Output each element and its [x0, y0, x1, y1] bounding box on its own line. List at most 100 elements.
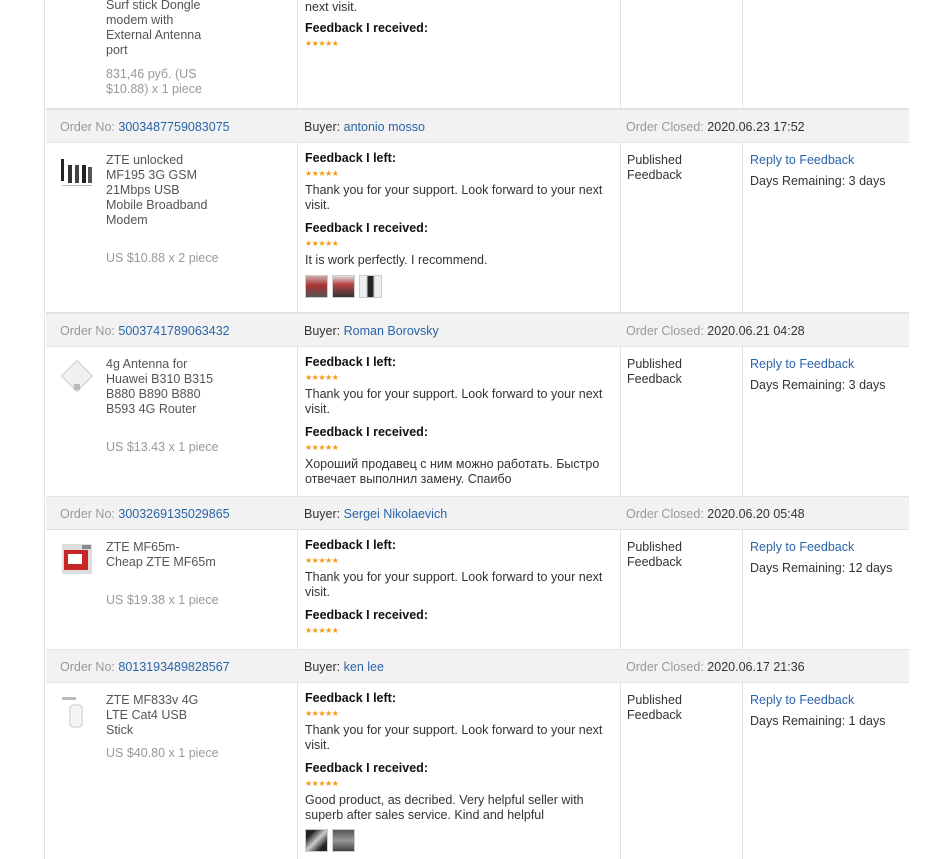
action-cell: Reply to Feedback Days Remaining: 3 days: [743, 347, 909, 496]
status-cell: Published Feedback: [621, 347, 743, 496]
product-price: 831,46 руб. (US $10.88) x 1 piece: [106, 67, 202, 96]
buyer-link[interactable]: Sergei Nikolaevich: [344, 507, 448, 521]
status-text: Published Feedback: [627, 153, 682, 182]
order-body: ZTE MF65m- Cheap ZTE MF65m US $19.38 x 1…: [46, 530, 909, 650]
order-body: 4g Antenna for Huawei B310 B315 B880 B89…: [46, 347, 909, 497]
order-closed: Order Closed: 2020.06.17 21:36: [626, 660, 805, 674]
product-price: US $10.88 x 2 piece: [106, 251, 219, 265]
status-text: Published Feedback: [627, 357, 682, 386]
feedback-received-title: Feedback I received:: [305, 21, 428, 35]
order-no-link[interactable]: 3003269135029865: [118, 507, 229, 521]
order-header: Order No: 5003741789063432 Buyer: Roman …: [46, 313, 909, 347]
feedback-left-text: Thank you for your support. Look forward…: [305, 183, 603, 212]
feedback-cell: Feedback I left: ★★★★★ Thank you for you…: [298, 530, 621, 649]
status-text: Published Feedback: [627, 540, 682, 569]
product-name[interactable]: ZTE MF833v 4G LTE Cat4 USB Stick: [106, 693, 216, 738]
rating-stars-icon: ★★★★★: [305, 239, 339, 248]
rating-stars-icon: ★★★★★: [305, 169, 339, 178]
product-cell: ZTE unlocked MF195 3G GSM 21Mbps USB Mob…: [46, 143, 298, 312]
feedback-received-text: It is work perfectly. I recommend.: [305, 253, 488, 267]
feedback-list: Surf stick Dongle modem with External An…: [44, 0, 910, 859]
action-cell: Reply to Feedback Days Remaining: 12 day…: [743, 530, 909, 649]
action-cell: [743, 0, 909, 108]
reply-to-feedback-link[interactable]: Reply to Feedback: [750, 357, 854, 371]
buyer: Buyer: Sergei Nikolaevich: [304, 507, 448, 521]
product-price: US $19.38 x 1 piece: [106, 593, 219, 607]
product-name[interactable]: 4g Antenna for Huawei B310 B315 B880 B89…: [106, 357, 216, 417]
order-no: Order No: 8013193489828567: [60, 660, 230, 674]
feedback-received-title: Feedback I received:: [305, 425, 428, 439]
order-no-link[interactable]: 3003487759083075: [118, 120, 229, 134]
review-photo-icon[interactable]: [332, 829, 355, 852]
product-thumbnail-icon[interactable]: [60, 359, 94, 393]
order-no-link[interactable]: 5003741789063432: [118, 324, 229, 338]
order-no-link[interactable]: 8013193489828567: [118, 660, 229, 674]
product-thumbnail-icon[interactable]: [60, 155, 94, 189]
product-cell: 4g Antenna for Huawei B310 B315 B880 B89…: [46, 347, 298, 496]
feedback-left-text: next visit.: [305, 0, 358, 14]
feedback-left-title: Feedback I left:: [305, 691, 396, 705]
feedback-cell: Feedback I left: ★★★★★ Thank you for you…: [298, 347, 621, 496]
rating-stars-icon: ★★★★★: [305, 39, 339, 48]
feedback-left-title: Feedback I left:: [305, 355, 396, 369]
feedback-left-title: Feedback I left:: [305, 538, 396, 552]
days-remaining: Days Remaining: 3 days: [750, 174, 886, 188]
feedback-left-text: Thank you for your support. Look forward…: [305, 570, 603, 599]
buyer: Buyer: Roman Borovsky: [304, 324, 439, 338]
product-name[interactable]: ZTE MF65m- Cheap ZTE MF65m: [106, 540, 216, 570]
product-price: US $40.80 x 1 piece: [106, 746, 219, 760]
feedback-received-text: Good product, as decribed. Very helpful …: [305, 793, 584, 822]
days-remaining: Days Remaining: 1 days: [750, 714, 886, 728]
status-cell: Published Feedback: [621, 683, 743, 859]
action-cell: Reply to Feedback Days Remaining: 1 days: [743, 683, 909, 859]
status-cell: Published Feedback: [621, 143, 743, 312]
buyer-link[interactable]: antonio mosso: [344, 120, 425, 134]
feedback-left-text: Thank you for your support. Look forward…: [305, 723, 603, 752]
feedback-cell: next visit. Feedback I received: ★★★★★: [298, 0, 621, 108]
days-remaining: Days Remaining: 12 days: [750, 561, 893, 575]
rating-stars-icon: ★★★★★: [305, 709, 339, 718]
order-closed: Order Closed: 2020.06.20 05:48: [626, 507, 805, 521]
buyer: Buyer: antonio mosso: [304, 120, 425, 134]
product-name[interactable]: ZTE unlocked MF195 3G GSM 21Mbps USB Mob…: [106, 153, 216, 228]
status-cell: Published Feedback: [621, 530, 743, 649]
review-photo-icon[interactable]: [359, 275, 382, 298]
buyer-link[interactable]: Roman Borovsky: [344, 324, 439, 338]
product-thumbnail-icon[interactable]: [60, 695, 94, 729]
reply-to-feedback-link[interactable]: Reply to Feedback: [750, 153, 854, 167]
rating-stars-icon: ★★★★★: [305, 443, 339, 452]
action-cell: Reply to Feedback Days Remaining: 3 days: [743, 143, 909, 312]
feedback-received-title: Feedback I received:: [305, 608, 428, 622]
order-header: Order No: 3003269135029865 Buyer: Sergei…: [46, 496, 909, 530]
order-header: Order No: 8013193489828567 Buyer: ken le…: [46, 649, 909, 683]
order-closed: Order Closed: 2020.06.23 17:52: [626, 120, 805, 134]
feedback-received-text: Хороший продавец с ним можно работать. Б…: [305, 457, 600, 486]
review-photo-icon[interactable]: [305, 275, 328, 298]
feedback-received-title: Feedback I received:: [305, 761, 428, 775]
product-thumbnail-icon[interactable]: [60, 542, 94, 576]
review-photo-icon[interactable]: [332, 275, 355, 298]
days-remaining: Days Remaining: 3 days: [750, 378, 886, 392]
order-no: Order No: 3003487759083075: [60, 120, 230, 134]
order-no: Order No: 3003269135029865: [60, 507, 230, 521]
order-closed: Order Closed: 2020.06.21 04:28: [626, 324, 805, 338]
product-price: US $13.43 x 1 piece: [106, 440, 219, 454]
order-body: ZTE unlocked MF195 3G GSM 21Mbps USB Mob…: [46, 143, 909, 313]
rating-stars-icon: ★★★★★: [305, 779, 339, 788]
status-cell: [621, 0, 743, 108]
product-name[interactable]: Surf stick Dongle modem with External An…: [106, 0, 216, 58]
product-cell: Surf stick Dongle modem with External An…: [46, 0, 298, 108]
feedback-cell: Feedback I left: ★★★★★ Thank you for you…: [298, 143, 621, 312]
order-header: Order No: 3003487759083075 Buyer: antoni…: [46, 109, 909, 143]
feedback-left-text: Thank you for your support. Look forward…: [305, 387, 603, 416]
rating-stars-icon: ★★★★★: [305, 556, 339, 565]
feedback-left-title: Feedback I left:: [305, 151, 396, 165]
review-photo-icon[interactable]: [305, 829, 328, 852]
rating-stars-icon: ★★★★★: [305, 626, 339, 635]
reply-to-feedback-link[interactable]: Reply to Feedback: [750, 540, 854, 554]
buyer-link[interactable]: ken lee: [344, 660, 384, 674]
reply-to-feedback-link[interactable]: Reply to Feedback: [750, 693, 854, 707]
buyer: Buyer: ken lee: [304, 660, 384, 674]
product-cell: ZTE MF65m- Cheap ZTE MF65m US $19.38 x 1…: [46, 530, 298, 649]
status-text: Published Feedback: [627, 693, 682, 722]
